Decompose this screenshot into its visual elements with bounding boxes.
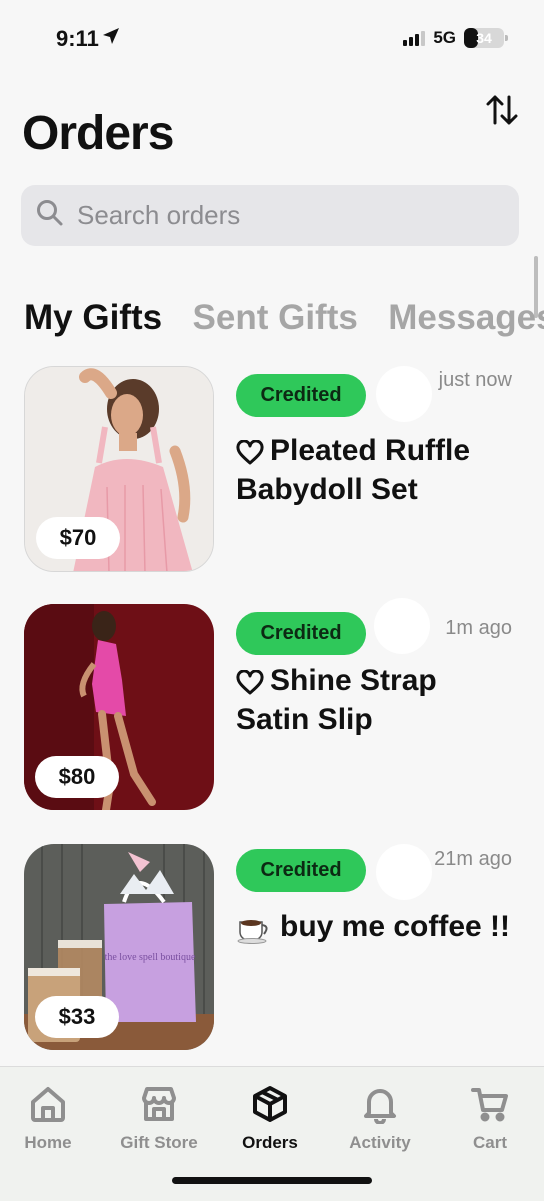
order-title-text: Shine Strap Satin Slip <box>236 664 437 737</box>
store-icon <box>105 1081 213 1127</box>
nav-label: Activity <box>349 1133 411 1152</box>
home-indicator <box>172 1177 372 1184</box>
status-time: 9:11 <box>56 26 121 52</box>
sort-arrows-icon <box>484 92 520 133</box>
order-row[interactable]: the love spell boutique $33 Credited 21m… <box>24 844 524 1054</box>
heart-icon <box>236 663 264 701</box>
order-title-text: buy me coffee !! <box>280 910 511 943</box>
sort-button[interactable] <box>482 92 522 132</box>
page-title: Orders <box>22 107 174 160</box>
search-input[interactable] <box>75 199 479 232</box>
order-row[interactable]: $80 Credited 1m ago Shine Strap Satin Sl… <box>24 598 524 814</box>
nav-label: Gift Store <box>120 1133 198 1152</box>
timestamp: 21m ago <box>434 848 512 870</box>
product-image[interactable]: the love spell boutique $33 <box>24 844 214 1050</box>
order-title[interactable]: Shine Strap Satin Slip <box>236 662 516 739</box>
box-icon <box>216 1081 324 1127</box>
search-bar[interactable] <box>21 185 519 246</box>
timestamp: just now <box>438 369 512 391</box>
battery-icon: 34 <box>464 28 508 48</box>
search-icon <box>35 198 65 233</box>
nav-label: Orders <box>242 1133 298 1152</box>
home-icon <box>0 1081 102 1127</box>
clock-text: 9:11 <box>56 26 99 51</box>
nav-gift-store[interactable]: Gift Store <box>105 1081 213 1161</box>
order-row[interactable]: $70 Credited just now Pleated Ruffle Bab… <box>24 366 524 576</box>
nav-orders[interactable]: Orders <box>216 1081 324 1161</box>
product-image[interactable]: $70 <box>24 366 214 572</box>
tab-sent-gifts[interactable]: Sent Gifts <box>193 292 358 344</box>
signal-icon <box>403 30 426 46</box>
tab-my-gifts[interactable]: My Gifts <box>24 292 162 344</box>
order-title[interactable]: buy me coffee !! <box>236 908 516 947</box>
nav-cart[interactable]: Cart <box>436 1081 544 1161</box>
status-badge: Credited <box>236 849 366 892</box>
order-title-text: Pleated Ruffle Babydoll Set <box>236 434 471 507</box>
coffee-icon <box>236 909 274 947</box>
nav-label: Home <box>24 1133 72 1152</box>
nav-activity[interactable]: Activity <box>326 1081 434 1161</box>
price-tag: $70 <box>36 517 120 559</box>
network-label: 5G <box>433 28 456 47</box>
status-badge: Credited <box>236 374 366 417</box>
order-title[interactable]: Pleated Ruffle Babydoll Set <box>236 432 516 509</box>
tab-strip: My Gifts Sent Gifts Messages <box>24 292 544 352</box>
nav-label: Cart <box>472 1133 507 1152</box>
bag-logo-text: the love spell boutique <box>105 952 196 963</box>
nav-home[interactable]: Home <box>0 1081 102 1161</box>
status-bar: 9:11 5G 34 <box>0 0 544 80</box>
timestamp: 1m ago <box>445 617 512 639</box>
cart-icon <box>436 1081 544 1127</box>
location-arrow-icon <box>101 26 121 52</box>
price-tag: $80 <box>35 756 119 798</box>
tab-messages[interactable]: Messages <box>388 292 544 344</box>
battery-level: 34 <box>476 30 492 46</box>
product-image[interactable]: $80 <box>24 604 214 810</box>
price-tag: $33 <box>35 996 119 1038</box>
heart-icon <box>236 433 264 471</box>
bell-icon <box>326 1081 434 1127</box>
status-indicators: 5G 34 <box>403 28 508 48</box>
status-badge: Credited <box>236 612 366 655</box>
